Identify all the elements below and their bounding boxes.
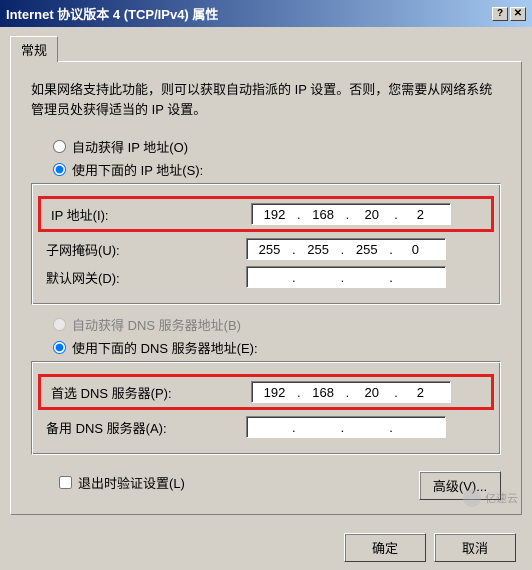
radio-ip-manual[interactable]: 使用下面的 IP 地址(S): <box>53 160 501 179</box>
cloud-icon <box>463 489 481 507</box>
radio-dns-manual[interactable]: 使用下面的 DNS 服务器地址(E): <box>53 338 501 357</box>
dns2-seg-1[interactable] <box>247 420 292 435</box>
dns1-seg-2[interactable] <box>301 385 346 400</box>
validate-checkbox-label: 退出时验证设置(L) <box>78 473 185 492</box>
dns-primary-row: 首选 DNS 服务器(P): . . . <box>38 374 494 410</box>
dns2-seg-4[interactable] <box>393 420 438 435</box>
dns-fieldset: 首选 DNS 服务器(P): . . . 备用 DNS 服务器(A): . . … <box>31 361 501 455</box>
tab-panel: 如果网络支持此功能，则可以获取自动指派的 IP 设置。否则，您需要从网络系统管理… <box>10 61 522 515</box>
close-icon[interactable]: ✕ <box>510 7 526 21</box>
bottom-row: 退出时验证设置(L) 高级(V)... <box>31 465 501 500</box>
gw-seg-1[interactable] <box>247 270 292 285</box>
validate-checkbox[interactable] <box>59 476 72 489</box>
dns1-seg-3[interactable] <box>349 385 394 400</box>
dns-primary-input[interactable]: . . . <box>251 381 451 403</box>
subnet-label: 子网掩码(U): <box>46 240 246 259</box>
dns1-seg-1[interactable] <box>252 385 297 400</box>
ip-fieldset: IP 地址(I): . . . 子网掩码(U): . . . <box>31 183 501 305</box>
radio-ip-manual-label: 使用下面的 IP 地址(S): <box>72 160 203 179</box>
radio-ip-auto[interactable]: 自动获得 IP 地址(O) <box>53 137 501 156</box>
gw-seg-4[interactable] <box>393 270 438 285</box>
watermark: 亿速云 <box>463 489 518 507</box>
tab-container: 常规 如果网络支持此功能，则可以获取自动指派的 IP 设置。否则，您需要从网络系… <box>10 35 522 515</box>
mask-seg-4[interactable] <box>393 242 438 257</box>
watermark-text: 亿速云 <box>485 490 518 506</box>
validate-checkbox-row[interactable]: 退出时验证设置(L) <box>59 473 185 492</box>
gateway-row: 默认网关(D): . . . <box>46 266 486 288</box>
gateway-input[interactable]: . . . <box>246 266 446 288</box>
window-title: Internet 协议版本 4 (TCP/IPv4) 属性 <box>6 4 218 23</box>
radio-dns-auto-input <box>53 318 66 331</box>
ip-seg-4[interactable] <box>398 207 443 222</box>
radio-dns-manual-input[interactable] <box>53 341 66 354</box>
dns2-seg-3[interactable] <box>344 420 389 435</box>
radio-ip-auto-input[interactable] <box>53 140 66 153</box>
dns2-seg-2[interactable] <box>296 420 341 435</box>
radio-ip-auto-label: 自动获得 IP 地址(O) <box>72 137 188 156</box>
gw-seg-2[interactable] <box>296 270 341 285</box>
radio-ip-manual-input[interactable] <box>53 163 66 176</box>
intro-text: 如果网络支持此功能，则可以获取自动指派的 IP 设置。否则，您需要从网络系统管理… <box>31 80 501 119</box>
radio-dns-manual-label: 使用下面的 DNS 服务器地址(E): <box>72 338 258 357</box>
dns-alt-label: 备用 DNS 服务器(A): <box>46 418 246 437</box>
gateway-label: 默认网关(D): <box>46 268 246 287</box>
subnet-row: 子网掩码(U): . . . <box>46 238 486 260</box>
help-icon[interactable]: ? <box>492 7 508 21</box>
dialog-body: 常规 如果网络支持此功能，则可以获取自动指派的 IP 设置。否则，您需要从网络系… <box>0 27 532 523</box>
mask-seg-3[interactable] <box>344 242 389 257</box>
ip-address-row: IP 地址(I): . . . <box>38 196 494 232</box>
cancel-button[interactable]: 取消 <box>434 533 516 562</box>
ip-seg-2[interactable] <box>301 207 346 222</box>
ip-address-label: IP 地址(I): <box>51 205 251 224</box>
dns-primary-label: 首选 DNS 服务器(P): <box>51 383 251 402</box>
gw-seg-3[interactable] <box>344 270 389 285</box>
mask-seg-1[interactable] <box>247 242 292 257</box>
window-controls: ? ✕ <box>492 7 526 21</box>
subnet-input[interactable]: . . . <box>246 238 446 260</box>
ip-address-input[interactable]: . . . <box>251 203 451 225</box>
ip-seg-1[interactable] <box>252 207 297 222</box>
dns-alt-input[interactable]: . . . <box>246 416 446 438</box>
tab-general[interactable]: 常规 <box>10 36 58 62</box>
dns1-seg-4[interactable] <box>398 385 443 400</box>
dialog-buttons: 确定 取消 <box>0 523 532 570</box>
titlebar: Internet 协议版本 4 (TCP/IPv4) 属性 ? ✕ <box>0 0 532 27</box>
radio-dns-auto-label: 自动获得 DNS 服务器地址(B) <box>72 315 241 334</box>
mask-seg-2[interactable] <box>296 242 341 257</box>
ok-button[interactable]: 确定 <box>344 533 426 562</box>
ip-seg-3[interactable] <box>349 207 394 222</box>
radio-dns-auto: 自动获得 DNS 服务器地址(B) <box>53 315 501 334</box>
dns-alt-row: 备用 DNS 服务器(A): . . . <box>46 416 486 438</box>
